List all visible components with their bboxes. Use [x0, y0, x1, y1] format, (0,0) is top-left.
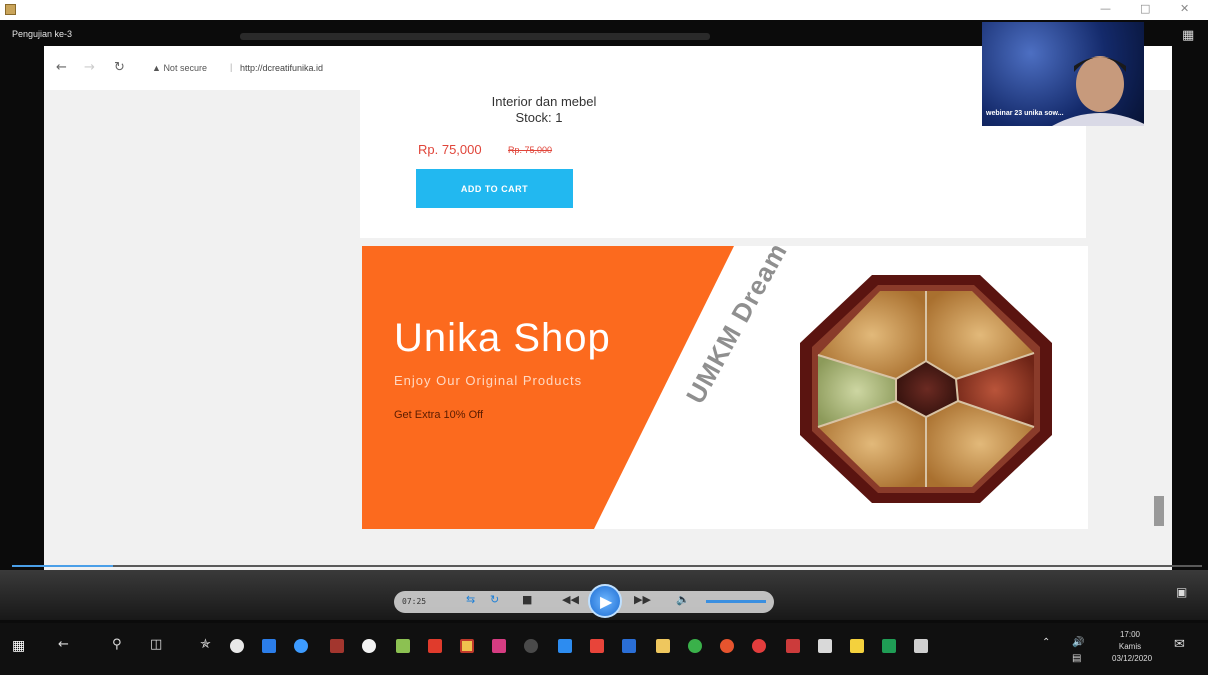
show-hidden-icons[interactable]: ⌃	[1042, 637, 1050, 648]
shuffle-icon[interactable]: ⇆	[466, 593, 475, 606]
settings-icon[interactable]	[524, 639, 538, 653]
promo-banner[interactable]: Unika Shop Enjoy Our Original Products G…	[362, 246, 1088, 529]
paint-icon[interactable]	[396, 639, 410, 653]
app-icon	[5, 4, 16, 15]
clock-readout[interactable]: 17:00 Kamis 03/12/2020	[1112, 629, 1153, 665]
sticky-notes-icon[interactable]	[850, 639, 864, 653]
page-content: Interior dan mebel Stock: 1 Rp. 75,000 R…	[44, 90, 1172, 594]
network-tray-icon[interactable]: ▤	[1072, 653, 1081, 664]
clock-icon[interactable]	[362, 639, 376, 653]
volume-slider[interactable]	[706, 600, 766, 603]
product-stock: Stock: 1	[515, 110, 563, 125]
taskbar: ▦ ← ⚲ ◫ ✯ ⌃ 🔊 ▤ 17:00 Kamis 03/12/2020 ✉	[0, 623, 1208, 675]
obs-icon[interactable]	[230, 639, 244, 653]
play-icon: ▶	[600, 592, 613, 611]
word-icon[interactable]	[622, 639, 636, 653]
task-view-icon[interactable]: ◫	[150, 637, 162, 652]
pin-icon[interactable]: ✯	[200, 637, 211, 652]
back-icon[interactable]: ←	[58, 637, 69, 652]
participants-grid-icon[interactable]: ▦	[1182, 28, 1194, 43]
notification-icon[interactable]: ✉	[1174, 637, 1185, 652]
mute-icon[interactable]: 🔈	[676, 593, 690, 606]
playback-time: 07:25	[402, 597, 427, 606]
warning-icon: ▲	[152, 63, 161, 73]
restore-icon[interactable]: □	[1140, 2, 1150, 15]
page-scrollbar[interactable]	[1154, 496, 1164, 526]
snipping-icon[interactable]	[914, 639, 928, 653]
edge-icon[interactable]	[294, 639, 308, 653]
excel-icon[interactable]	[882, 639, 896, 653]
app-stop-icon[interactable]	[786, 639, 800, 653]
video-title: Pengujian ke-3	[12, 29, 73, 39]
chrome-icon[interactable]	[688, 639, 702, 653]
minimize-icon[interactable]: —	[1100, 2, 1111, 15]
video-editor-icon[interactable]	[492, 639, 506, 653]
webcam-label: webinar 23 unika sow...	[986, 110, 1064, 117]
webcam-overlay: webinar 23 unika sow...	[982, 22, 1144, 126]
security-label: Not secure	[163, 63, 207, 73]
close-icon[interactable]: ✕	[1180, 2, 1189, 15]
security-indicator[interactable]: ▲ Not secure	[152, 63, 207, 73]
add-to-cart-button[interactable]: ADD TO CART	[416, 169, 573, 208]
app-titlebar: — □ ✕	[0, 0, 1208, 20]
previous-icon[interactable]: ◀◀	[562, 593, 579, 606]
playback-progress-bar[interactable]	[12, 565, 1202, 567]
url-separator: |	[230, 62, 233, 72]
banner-subtitle: Enjoy Our Original Products	[394, 373, 583, 388]
zoom-icon[interactable]	[558, 639, 572, 653]
clock-time: 17:00	[1119, 630, 1141, 639]
repeat-icon[interactable]: ↻	[490, 593, 499, 606]
blurred-browser-tabs	[240, 33, 710, 40]
banner-offer: Get Extra 10% Off	[394, 409, 484, 421]
old-price: Rp. 75,000	[508, 145, 553, 155]
product-card: Interior dan mebel Stock: 1 Rp. 75,000 R…	[360, 90, 1086, 238]
back-arrow-icon[interactable]: ←	[56, 60, 67, 75]
acrobat-icon[interactable]	[428, 639, 442, 653]
search-icon[interactable]: ⚲	[112, 637, 122, 652]
playback-progress-fill	[12, 565, 114, 567]
product-name[interactable]: Interior dan mebel	[360, 94, 728, 110]
forward-arrow-icon[interactable]: →	[84, 60, 95, 75]
sale-price: Rp. 75,000	[418, 142, 482, 157]
firefox-icon[interactable]	[720, 639, 734, 653]
nut-tray-image	[800, 275, 1052, 503]
clock-day: Kamis	[1118, 642, 1142, 651]
next-icon[interactable]: ▶▶	[634, 593, 651, 606]
opera-icon[interactable]	[752, 639, 766, 653]
powerpoint-icon[interactable]	[590, 639, 604, 653]
stop-icon[interactable]: ■	[522, 593, 532, 606]
fullscreen-icon[interactable]: ▣	[1176, 585, 1187, 599]
url-text[interactable]: http://dcreatifunika.id	[240, 63, 323, 73]
banner-title: Unika Shop	[394, 316, 611, 360]
browser-window: ← → ↻ ▲ Not secure | http://dcreatifunik…	[44, 46, 1172, 594]
reload-icon[interactable]: ↻	[114, 60, 125, 75]
folder-icon[interactable]	[656, 639, 670, 653]
play-button[interactable]: ▶	[588, 584, 622, 618]
volume-tray-icon[interactable]: 🔊	[1072, 637, 1084, 648]
clock-date: 03/12/2020	[1112, 654, 1153, 663]
media-player-icon[interactable]	[460, 639, 474, 653]
windows-start-icon[interactable]: ▦	[12, 638, 25, 654]
notes-icon[interactable]	[818, 639, 832, 653]
app-red-icon[interactable]	[330, 639, 344, 653]
explorer-icon[interactable]	[262, 639, 276, 653]
